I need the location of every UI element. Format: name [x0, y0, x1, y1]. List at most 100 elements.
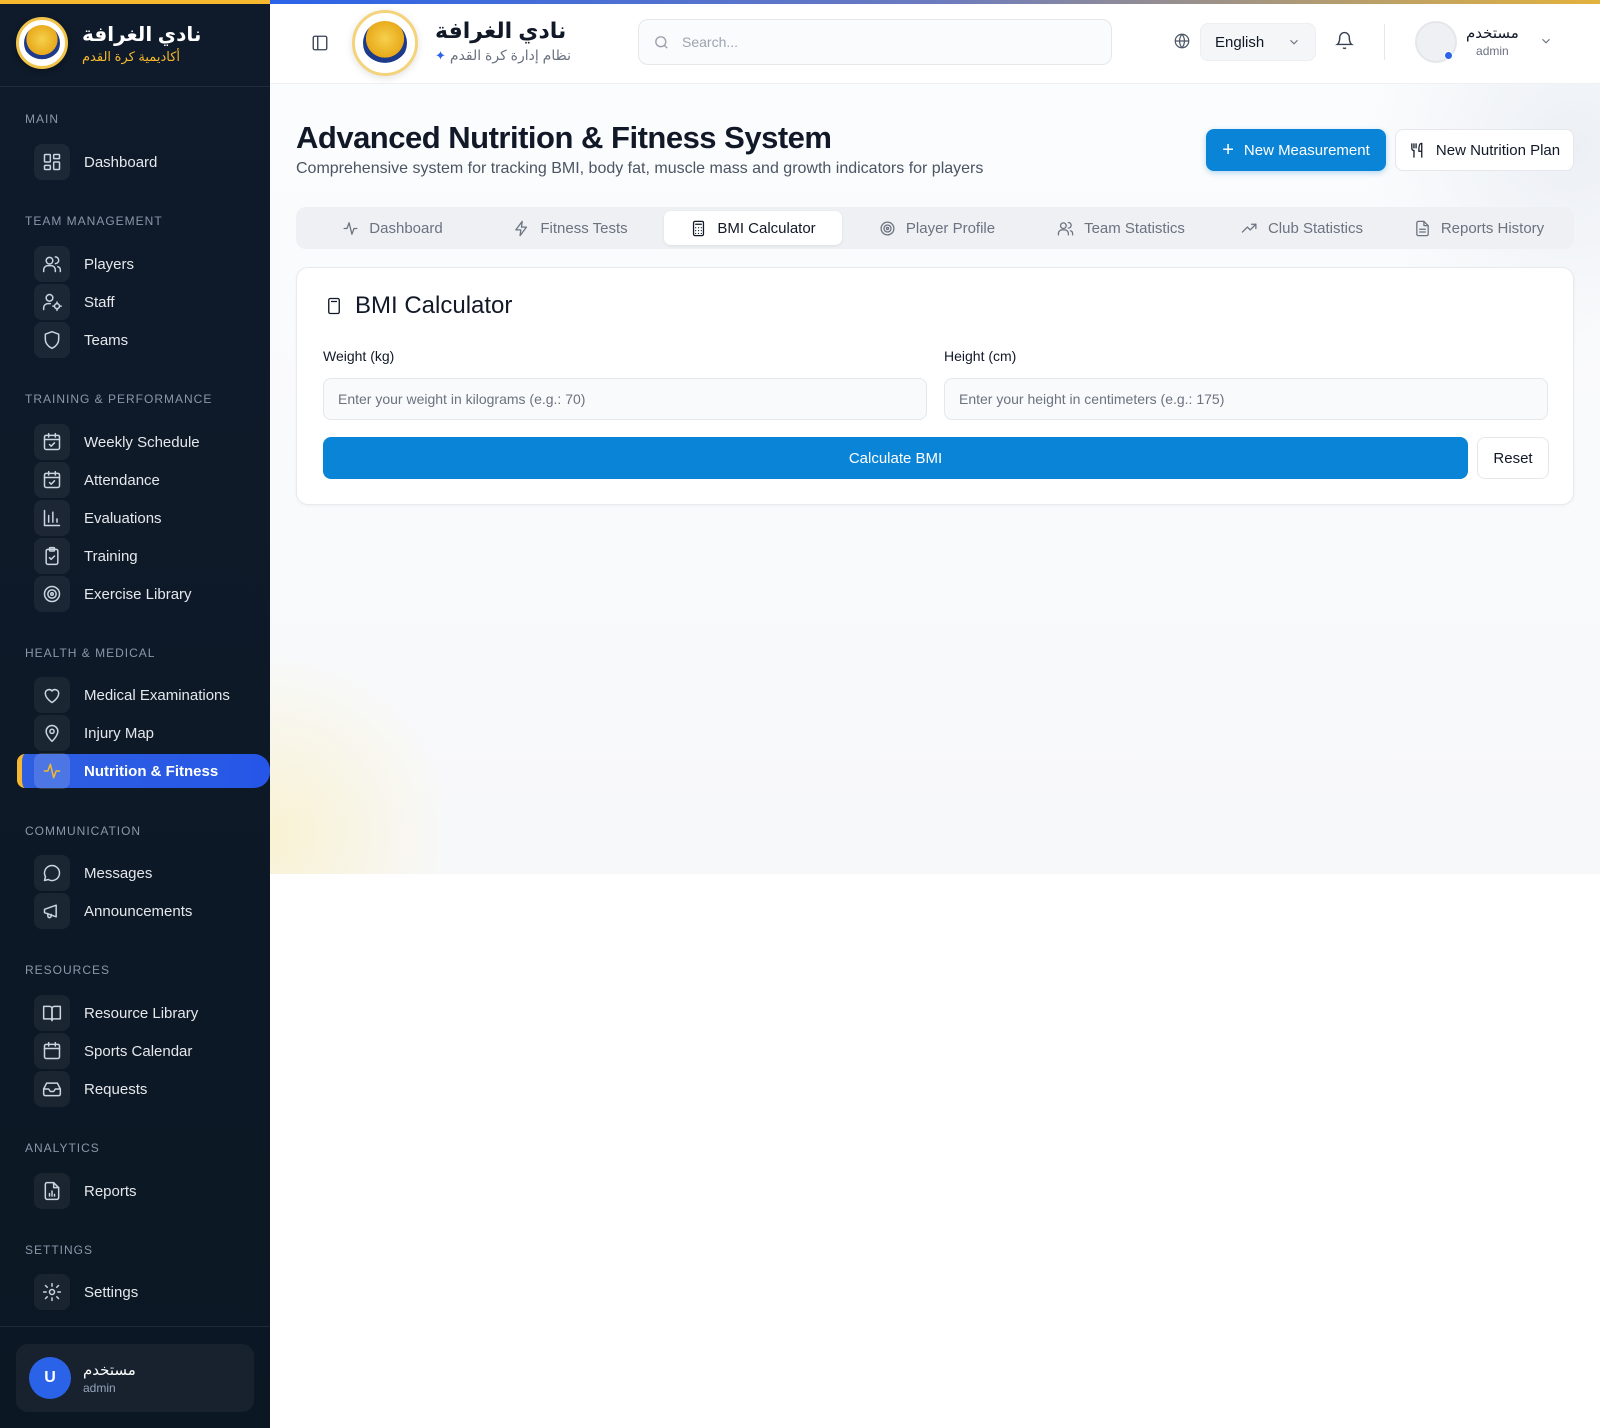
tab-fitness-tests[interactable]: Fitness Tests	[488, 211, 653, 245]
sidebar-item-label: Messages	[84, 864, 153, 882]
tab-label: Reports History	[1440, 219, 1545, 237]
tab-player-profile[interactable]: Player Profile	[852, 211, 1022, 245]
sidebar-item-label: Staff	[84, 293, 115, 311]
sidebar-item-attendance[interactable]: Attendance	[34, 462, 160, 498]
sidebar-item-dashboard[interactable]: Dashboard	[34, 144, 157, 180]
section-training: TRAINING & PERFORMANCE	[25, 392, 213, 406]
sidebar-item-evaluations[interactable]: Evaluations	[34, 500, 162, 536]
section-health: HEALTH & MEDICAL	[25, 646, 156, 660]
calculate-bmi-button[interactable]: Calculate BMI	[323, 437, 1468, 479]
new-measurement-button[interactable]: + New Measurement	[1206, 129, 1386, 171]
map-pin-icon	[34, 715, 70, 751]
target-icon	[34, 576, 70, 612]
sidebar-item-teams[interactable]: Teams	[34, 322, 129, 358]
plus-icon: +	[1222, 139, 1234, 161]
sidebar-user-card[interactable]: U مستخدم admin	[16, 1344, 254, 1412]
sidebar-item-nutrition-fitness[interactable]: Nutrition & Fitness	[34, 753, 219, 789]
sidebar-item-label: Teams	[84, 331, 129, 349]
language-select[interactable]: English	[1200, 23, 1316, 61]
sidebar-item-label: Settings	[84, 1283, 139, 1301]
sidebar-item-weekly-schedule[interactable]: Weekly Schedule	[34, 424, 200, 460]
sidebar-item-requests[interactable]: Requests	[34, 1071, 147, 1107]
tab-label: Dashboard	[369, 219, 443, 237]
sidebar-item-label: Training	[84, 547, 138, 565]
users-icon	[1057, 221, 1074, 236]
sidebar-item-settings[interactable]: Settings	[34, 1274, 139, 1310]
user-name: مستخدم	[83, 1362, 136, 1379]
avatar: U	[29, 1357, 71, 1399]
chevron-down-icon	[1287, 35, 1301, 53]
new-nutrition-plan-button[interactable]: New Nutrition Plan	[1395, 129, 1574, 171]
gear-icon	[34, 1274, 70, 1310]
height-label: Height (cm)	[944, 348, 1017, 364]
tab-label: Fitness Tests	[540, 219, 628, 237]
divider	[1384, 24, 1385, 60]
tab-reports-history[interactable]: Reports History	[1394, 211, 1564, 245]
header-club-logo	[352, 10, 418, 76]
tab-label: BMI Calculator	[717, 219, 816, 237]
section-settings: SETTINGS	[25, 1243, 94, 1257]
tab-label: Team Statistics	[1084, 219, 1185, 237]
sidebar-item-resource-library[interactable]: Resource Library	[34, 995, 198, 1031]
sidebar-item-label: Evaluations	[84, 509, 162, 527]
sidebar-item-sports-calendar[interactable]: Sports Calendar	[34, 1033, 192, 1069]
tab-dashboard[interactable]: Dashboard	[310, 211, 475, 245]
sparkle-icon: ✦	[435, 47, 446, 63]
message-circle-icon	[34, 855, 70, 891]
club-name: نادي الغرافة	[82, 23, 202, 46]
divider	[0, 86, 270, 87]
online-status-dot	[1444, 51, 1453, 60]
sidebar-toggle-button[interactable]	[307, 30, 333, 56]
sidebar-item-medical-examinations[interactable]: Medical Examinations	[34, 677, 230, 713]
sidebar-item-label: Weekly Schedule	[84, 433, 200, 451]
header-user-name: مستخدم	[1466, 25, 1519, 42]
sidebar-item-training[interactable]: Training	[34, 538, 138, 574]
panel-left-icon	[312, 35, 328, 51]
weight-label: Weight (kg)	[323, 348, 395, 364]
calendar-icon	[34, 1033, 70, 1069]
shield-icon	[34, 322, 70, 358]
weight-input[interactable]	[323, 378, 927, 420]
tab-bmi-calculator[interactable]: BMI Calculator	[664, 211, 842, 245]
reset-button[interactable]: Reset	[1477, 437, 1549, 479]
club-subtitle: أكاديمية كرة القدم	[82, 48, 180, 64]
sidebar-item-label: Attendance	[84, 471, 160, 489]
page-title: Advanced Nutrition & Fitness System	[296, 120, 832, 155]
header-avatar[interactable]	[1415, 21, 1457, 63]
notifications-button[interactable]	[1335, 31, 1354, 55]
calculator-icon	[328, 297, 340, 315]
bar-chart-icon	[34, 500, 70, 536]
sidebar-brand[interactable]: نادي الغرافة أكاديمية كرة القدم	[16, 16, 256, 70]
header-user-menu[interactable]: مستخدم admin	[1466, 24, 1519, 58]
club-logo	[16, 17, 68, 69]
bmi-calculator-card: BMI Calculator Weight (kg) Height (cm) C…	[296, 267, 1574, 505]
calendar-icon	[34, 462, 70, 498]
sidebar-item-staff[interactable]: Staff	[34, 284, 115, 320]
activity-icon	[343, 221, 358, 235]
user-cog-icon	[34, 284, 70, 320]
sidebar-item-injury-map[interactable]: Injury Map	[34, 715, 154, 751]
sidebar-item-label: Reports	[84, 1182, 137, 1200]
height-input[interactable]	[944, 378, 1548, 420]
sidebar-item-exercise-library[interactable]: Exercise Library	[34, 576, 192, 612]
trending-up-icon	[1241, 223, 1257, 233]
chevron-down-icon[interactable]	[1539, 34, 1553, 53]
sidebar-item-label: Players	[84, 255, 135, 273]
inbox-icon	[34, 1071, 70, 1107]
sidebar-item-messages[interactable]: Messages	[34, 855, 153, 891]
page-subtitle: Comprehensive system for tracking BMI, b…	[296, 160, 984, 177]
activity-icon	[34, 753, 70, 789]
sidebar-item-announcements[interactable]: Announcements	[34, 893, 192, 929]
tab-team-statistics[interactable]: Team Statistics	[1032, 211, 1210, 245]
file-text-icon	[1416, 220, 1429, 236]
header-user-role: admin	[1476, 44, 1509, 58]
tab-club-statistics[interactable]: Club Statistics	[1218, 211, 1386, 245]
calendar-check-icon	[34, 424, 70, 460]
clipboard-check-icon	[34, 538, 70, 574]
globe-icon	[1173, 32, 1193, 52]
sidebar-item-players[interactable]: Players	[34, 246, 135, 282]
sidebar-item-reports[interactable]: Reports	[34, 1173, 137, 1209]
sidebar-item-label: Nutrition & Fitness	[84, 762, 219, 780]
section-team: TEAM MANAGEMENT	[25, 214, 163, 228]
search-input[interactable]	[682, 34, 1082, 50]
